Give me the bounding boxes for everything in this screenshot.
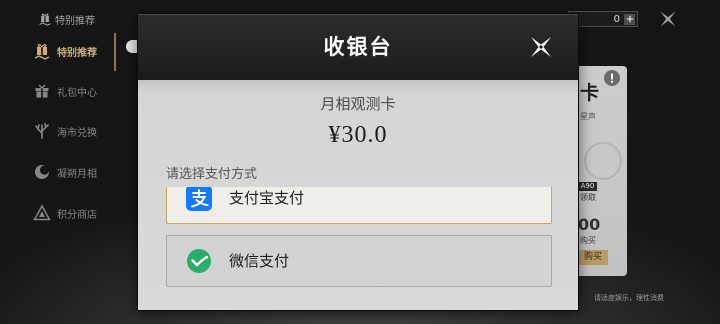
gift-hand-icon	[33, 42, 51, 60]
info-icon	[604, 70, 620, 86]
gift-hand-icon	[38, 12, 52, 26]
info-button[interactable]	[604, 70, 620, 86]
gift-box-icon	[33, 82, 51, 100]
sidebar-item-gift-center[interactable]: 礼包中心	[33, 80, 97, 102]
reward-badge-label: 领取	[580, 193, 596, 202]
payment-option-wechat[interactable]: 微信支付	[166, 235, 552, 287]
sidebar-item-points-store[interactable]: 积分商店	[33, 202, 97, 224]
payment-option-alipay[interactable]: 支付宝支付	[166, 187, 552, 224]
coin-image	[584, 142, 622, 180]
sidebar-item-label: 海市兑换	[57, 127, 97, 139]
checkout-dialog: 收银台 月相观测卡 ¥30.0 请选择支付方式 支付宝支付 微信支付	[138, 14, 578, 310]
card-title: 卡	[580, 82, 600, 104]
coral-exchange-icon	[33, 122, 51, 140]
product-name: 月相观测卡	[320, 95, 396, 113]
moon-phase-icon	[33, 163, 51, 181]
points-store-icon	[33, 204, 51, 222]
sidebar-item-label: 凝朔月相	[57, 168, 97, 180]
close-icon	[660, 11, 676, 27]
alipay-icon	[186, 187, 212, 211]
payment-option-label: 微信支付	[229, 252, 290, 270]
payment-method-prompt: 请选择支付方式	[166, 167, 258, 182]
currency-balance: 0	[568, 11, 638, 27]
sidebar-item-label: 积分商店	[57, 209, 97, 221]
close-store-button[interactable]	[659, 10, 677, 28]
card-price: 00	[578, 215, 601, 234]
payment-method-list[interactable]: 支付宝支付 微信支付	[166, 187, 552, 307]
plus-icon	[626, 15, 633, 23]
close-icon	[531, 37, 551, 57]
wechat-pay-icon	[186, 248, 212, 274]
payment-option-label: 支付宝支付	[229, 189, 305, 207]
sidebar-item-label: 特别推荐	[57, 47, 97, 59]
current-section-header: 特别推荐	[38, 12, 95, 27]
current-section-title: 特别推荐	[55, 15, 95, 27]
buy-button[interactable]: 购买	[578, 250, 608, 265]
card-price-label: 购买	[580, 236, 596, 245]
reward-badge: A90	[578, 182, 597, 191]
close-dialog-button[interactable]	[529, 35, 553, 59]
dialog-body: 月相观测卡 ¥30.0 请选择支付方式 支付宝支付 微信支付	[138, 80, 578, 310]
background-product-card: 卡 星声 A90 领取 00 购买 购买	[578, 66, 627, 276]
card-subtitle: 星声	[580, 112, 596, 121]
dialog-title: 收银台	[323, 35, 393, 59]
sidebar-item-special-recommend[interactable]: 特别推荐	[33, 40, 97, 62]
sidebar-item-label: 礼包中心	[57, 87, 97, 99]
currency-value: 0	[613, 13, 620, 25]
sidebar-item-market-exchange[interactable]: 海市兑换	[33, 120, 97, 142]
active-tab-indicator	[114, 33, 116, 71]
product-price: ¥30.0	[328, 122, 388, 148]
add-currency-button[interactable]	[624, 13, 635, 25]
sidebar-item-moon-phase[interactable]: 凝朔月相	[33, 161, 97, 183]
dialog-header: 收银台	[138, 14, 578, 80]
responsible-gaming-notice: 请适度娱乐，理性消费	[594, 294, 664, 302]
